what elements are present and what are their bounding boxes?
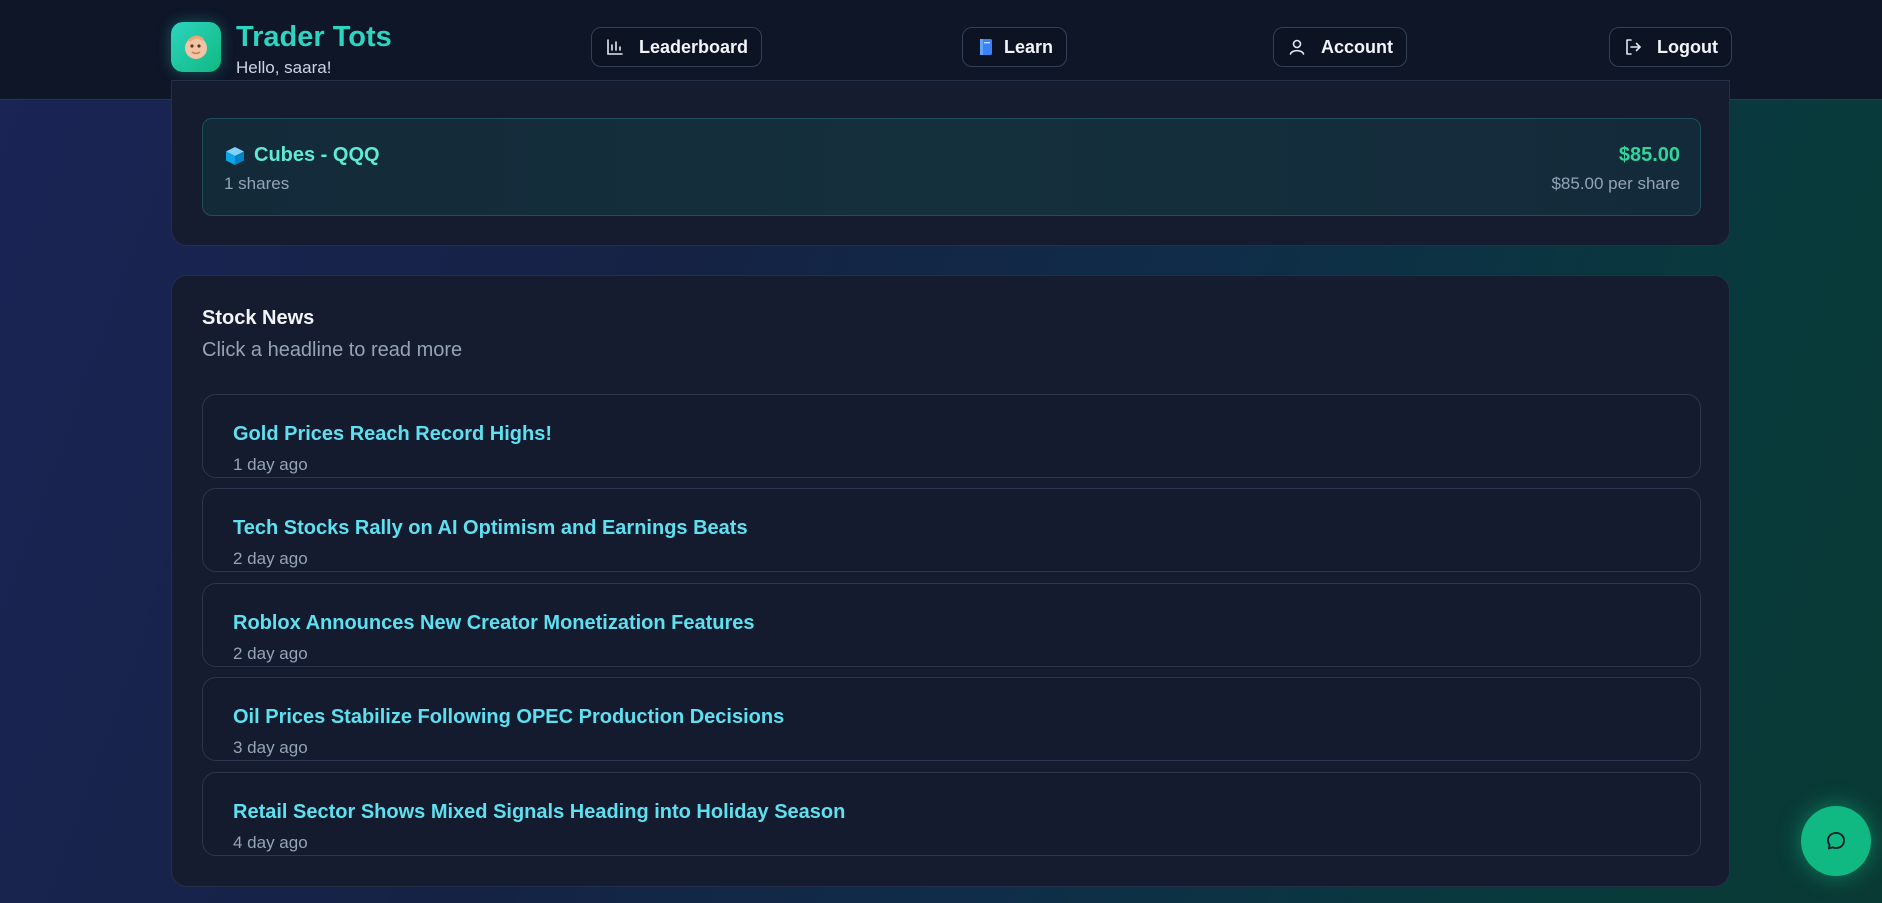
app-title: Trader Tots bbox=[236, 21, 392, 53]
cube-icon bbox=[224, 145, 246, 167]
news-subtitle: Click a headline to read more bbox=[202, 339, 463, 361]
book-icon bbox=[976, 37, 996, 57]
nav-account-button[interactable]: Account bbox=[1273, 27, 1407, 67]
brand-logo-icon[interactable] bbox=[171, 22, 221, 72]
nav-leaderboard-label: Leaderboard bbox=[639, 36, 749, 57]
news-item[interactable]: Gold Prices Reach Record Highs! 1 day ag… bbox=[202, 394, 1701, 478]
news-time: 4 day ago bbox=[233, 833, 308, 852]
chat-bubble-icon bbox=[1825, 830, 1847, 852]
bar-chart-icon bbox=[605, 37, 625, 57]
news-headline[interactable]: Oil Prices Stabilize Following OPEC Prod… bbox=[233, 706, 784, 729]
news-title: Stock News bbox=[202, 307, 315, 329]
news-headline[interactable]: Retail Sector Shows Mixed Signals Headin… bbox=[233, 801, 845, 824]
news-time: 2 day ago bbox=[233, 549, 308, 568]
holding-name: Cubes - QQQ bbox=[254, 144, 380, 166]
user-greeting: Hello, saara! bbox=[236, 58, 332, 77]
portfolio-card: Cubes - QQQ 1 shares $85.00 $85.00 per s… bbox=[171, 80, 1730, 246]
logout-button[interactable]: Logout bbox=[1609, 27, 1732, 67]
nav-learn-button[interactable]: Learn bbox=[962, 27, 1068, 67]
news-item[interactable]: Retail Sector Shows Mixed Signals Headin… bbox=[202, 772, 1701, 856]
news-item[interactable]: Roblox Announces New Creator Monetizatio… bbox=[202, 583, 1701, 667]
holding-value: $85.00 bbox=[1618, 144, 1680, 166]
nav-leaderboard-button[interactable]: Leaderboard bbox=[591, 27, 763, 67]
nav-learn-label: Learn bbox=[1004, 36, 1054, 57]
chat-button[interactable] bbox=[1801, 806, 1871, 876]
news-item[interactable]: Tech Stocks Rally on AI Optimism and Ear… bbox=[202, 488, 1701, 572]
news-time: 3 day ago bbox=[233, 738, 308, 757]
holding-shares: 1 shares bbox=[224, 174, 290, 193]
logout-icon bbox=[1623, 37, 1643, 57]
news-headline[interactable]: Tech Stocks Rally on AI Optimism and Ear… bbox=[233, 517, 748, 540]
holding-item[interactable]: Cubes - QQQ 1 shares $85.00 $85.00 per s… bbox=[202, 118, 1701, 216]
news-headline[interactable]: Gold Prices Reach Record Highs! bbox=[233, 423, 552, 446]
nav-account-label: Account bbox=[1321, 36, 1393, 57]
user-icon bbox=[1287, 37, 1307, 57]
logout-label: Logout bbox=[1657, 36, 1718, 57]
holding-per-share: $85.00 per share bbox=[1551, 174, 1680, 193]
news-time: 1 day ago bbox=[233, 455, 308, 474]
stock-news-card: Stock News Click a headline to read more… bbox=[171, 275, 1730, 887]
news-time: 2 day ago bbox=[233, 644, 308, 663]
news-item[interactable]: Oil Prices Stabilize Following OPEC Prod… bbox=[202, 677, 1701, 761]
brand: Trader Tots Hello, saara! bbox=[171, 21, 392, 78]
news-headline[interactable]: Roblox Announces New Creator Monetizatio… bbox=[233, 612, 755, 635]
